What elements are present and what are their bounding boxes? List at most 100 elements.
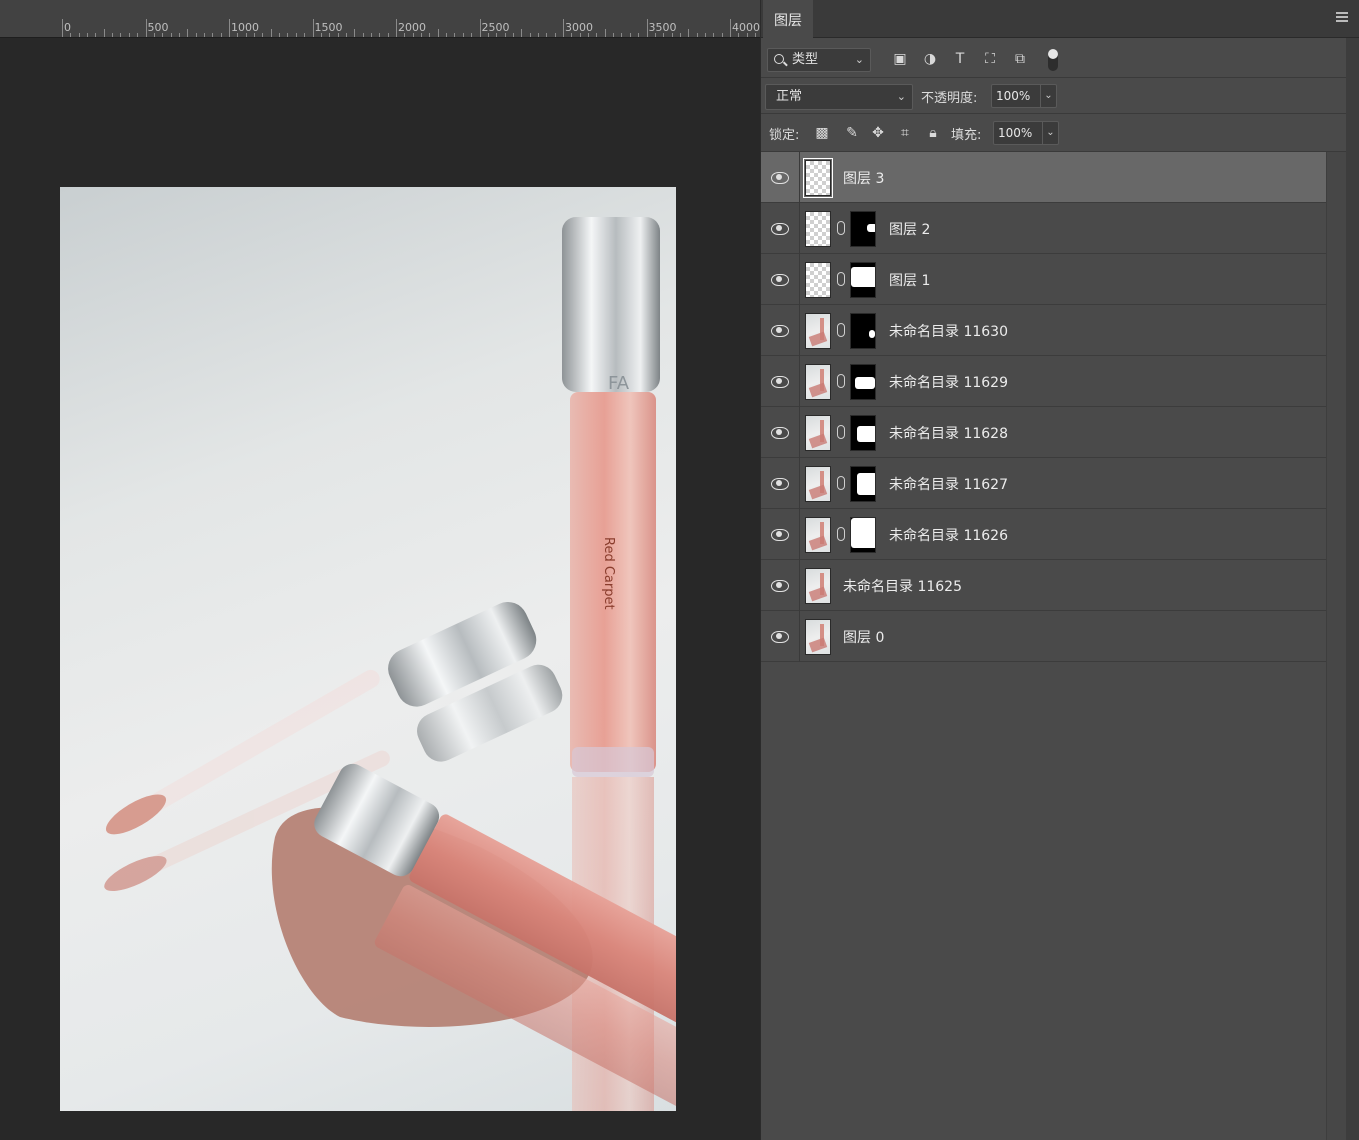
horizontal-ruler[interactable]: 0 500 1000 1500 2000 2500 3000 3500 4000 (0, 0, 760, 38)
ruler-minor-tick (254, 33, 256, 37)
fill-input[interactable]: 100% ⌄ (993, 121, 1059, 145)
lip-gloss-photo: FA Red Carpet (104, 217, 676, 1111)
mask-link-icon[interactable] (837, 476, 845, 490)
filter-toggle[interactable] (1048, 49, 1058, 71)
layer-row[interactable]: 未命名目录 11629 (761, 356, 1326, 407)
layer-thumbnail[interactable] (805, 619, 831, 655)
type-filter-icon[interactable]: T (951, 50, 969, 68)
ruler-minor-tick (370, 33, 372, 37)
mask-link-icon[interactable] (837, 221, 845, 235)
layer-row[interactable]: 未命名目录 11625 (761, 560, 1326, 611)
layer-mask-thumbnail[interactable] (850, 364, 876, 400)
layer-name[interactable]: 未命名目录 11629 (889, 372, 1008, 392)
ruler-minor-tick (70, 33, 72, 37)
visibility-eye-icon[interactable] (771, 272, 789, 286)
layer-row[interactable]: 未命名目录 11630 (761, 305, 1326, 356)
ruler-minor-tick (220, 33, 222, 37)
layer-mask-thumbnail[interactable] (850, 466, 876, 502)
visibility-eye-icon[interactable] (771, 170, 789, 184)
mask-link-icon[interactable] (837, 323, 845, 337)
layers-scrollbar[interactable] (1326, 152, 1346, 1140)
layer-thumbnail[interactable] (805, 364, 831, 400)
shape-filter-icon[interactable]: ⛶ (981, 50, 999, 68)
mask-link-icon[interactable] (837, 425, 845, 439)
visibility-eye-icon[interactable] (771, 323, 789, 337)
layer-row[interactable]: 图层 3 (761, 152, 1326, 203)
layer-row[interactable]: 图层 0 (761, 611, 1326, 662)
visibility-eye-icon[interactable] (771, 578, 789, 592)
layer-name[interactable]: 未命名目录 11628 (889, 423, 1008, 443)
layer-name[interactable]: 图层 2 (889, 219, 930, 239)
ruler-major-tick (145, 19, 147, 37)
ruler-minor-tick (337, 33, 339, 37)
layer-thumbnail[interactable] (805, 262, 831, 298)
layer-name[interactable]: 图层 1 (889, 270, 930, 290)
blend-mode-select[interactable]: 正常 ⌄ (765, 84, 913, 110)
document-image[interactable]: FA Red Carpet (60, 187, 676, 1111)
lock-transparent-pixels-icon[interactable]: ▩ (813, 124, 831, 142)
layer-thumbnail[interactable] (805, 313, 831, 349)
lock-artboard-icon[interactable]: ⌗ (896, 124, 914, 142)
adjustment-filter-icon[interactable]: ◑ (921, 50, 939, 68)
ruler-minor-tick (329, 33, 331, 37)
layer-thumbnail[interactable] (805, 517, 831, 553)
image-filter-icon[interactable]: ▣ (891, 50, 909, 68)
layer-row[interactable]: 未命名目录 11628 (761, 407, 1326, 458)
layer-name[interactable]: 图层 3 (843, 168, 884, 188)
ruler-minor-tick (638, 33, 640, 37)
ruler-minor-tick (95, 33, 97, 37)
layer-name[interactable]: 未命名目录 11630 (889, 321, 1008, 341)
ruler-minor-tick (537, 33, 539, 37)
lock-image-pixels-icon[interactable]: ✎ (843, 124, 861, 142)
layer-mask-thumbnail[interactable] (850, 262, 876, 298)
ruler-minor-tick (320, 33, 322, 37)
layer-thumbnail[interactable] (803, 158, 833, 198)
layer-name[interactable]: 图层 0 (843, 627, 884, 647)
smart-object-filter-icon[interactable]: ⧉ (1011, 50, 1029, 68)
filter-type-select[interactable]: 类型 ⌄ (767, 48, 871, 72)
lock-all-icon[interactable]: 🔒︎ (924, 124, 942, 142)
divider (799, 560, 800, 611)
canvas-area[interactable]: FA Red Carpet (0, 38, 760, 1140)
ruler-minor-tick (487, 33, 489, 37)
ruler-minor-tick (237, 33, 239, 37)
layer-mask-thumbnail[interactable] (850, 415, 876, 451)
layer-name[interactable]: 未命名目录 11625 (843, 576, 962, 596)
tab-layers[interactable]: 图层 (763, 0, 813, 38)
ruler-minor-tick (170, 33, 172, 37)
visibility-eye-icon[interactable] (771, 476, 789, 490)
panel-menu-icon[interactable] (1336, 12, 1348, 22)
layer-row[interactable]: 图层 2 (761, 203, 1326, 254)
chevron-down-icon[interactable]: ⌄ (1040, 85, 1056, 107)
layer-mask-thumbnail[interactable] (850, 211, 876, 247)
layer-thumbnail[interactable] (805, 211, 831, 247)
layer-name[interactable]: 未命名目录 11627 (889, 474, 1008, 494)
divider (799, 611, 800, 662)
ruler-minor-tick (120, 33, 122, 37)
product-label: Red Carpet (601, 537, 616, 610)
lock-position-icon[interactable]: ✥ (869, 124, 887, 142)
layer-thumbnail[interactable] (805, 415, 831, 451)
ruler-major-tick (563, 19, 564, 37)
ruler-major-tick (229, 19, 230, 37)
mask-link-icon[interactable] (837, 272, 845, 286)
layer-thumbnail[interactable] (805, 466, 831, 502)
layer-row[interactable]: 未命名目录 11627 (761, 458, 1326, 509)
ruler-minor-tick (404, 33, 406, 37)
visibility-eye-icon[interactable] (771, 527, 789, 541)
layer-mask-thumbnail[interactable] (850, 313, 876, 349)
layer-mask-thumbnail[interactable] (850, 517, 876, 553)
layer-name[interactable]: 未命名目录 11626 (889, 525, 1008, 545)
layer-thumbnail[interactable] (805, 568, 831, 604)
ruler-minor-tick (738, 33, 740, 37)
mask-link-icon[interactable] (837, 527, 845, 541)
chevron-down-icon[interactable]: ⌄ (1042, 122, 1058, 144)
visibility-eye-icon[interactable] (771, 221, 789, 235)
mask-link-icon[interactable] (837, 374, 845, 388)
layer-row[interactable]: 未命名目录 11626 (761, 509, 1326, 560)
visibility-eye-icon[interactable] (771, 629, 789, 643)
layer-row[interactable]: 图层 1 (761, 254, 1326, 305)
visibility-eye-icon[interactable] (771, 374, 789, 388)
visibility-eye-icon[interactable] (771, 425, 789, 439)
opacity-input[interactable]: 100% ⌄ (991, 84, 1057, 108)
